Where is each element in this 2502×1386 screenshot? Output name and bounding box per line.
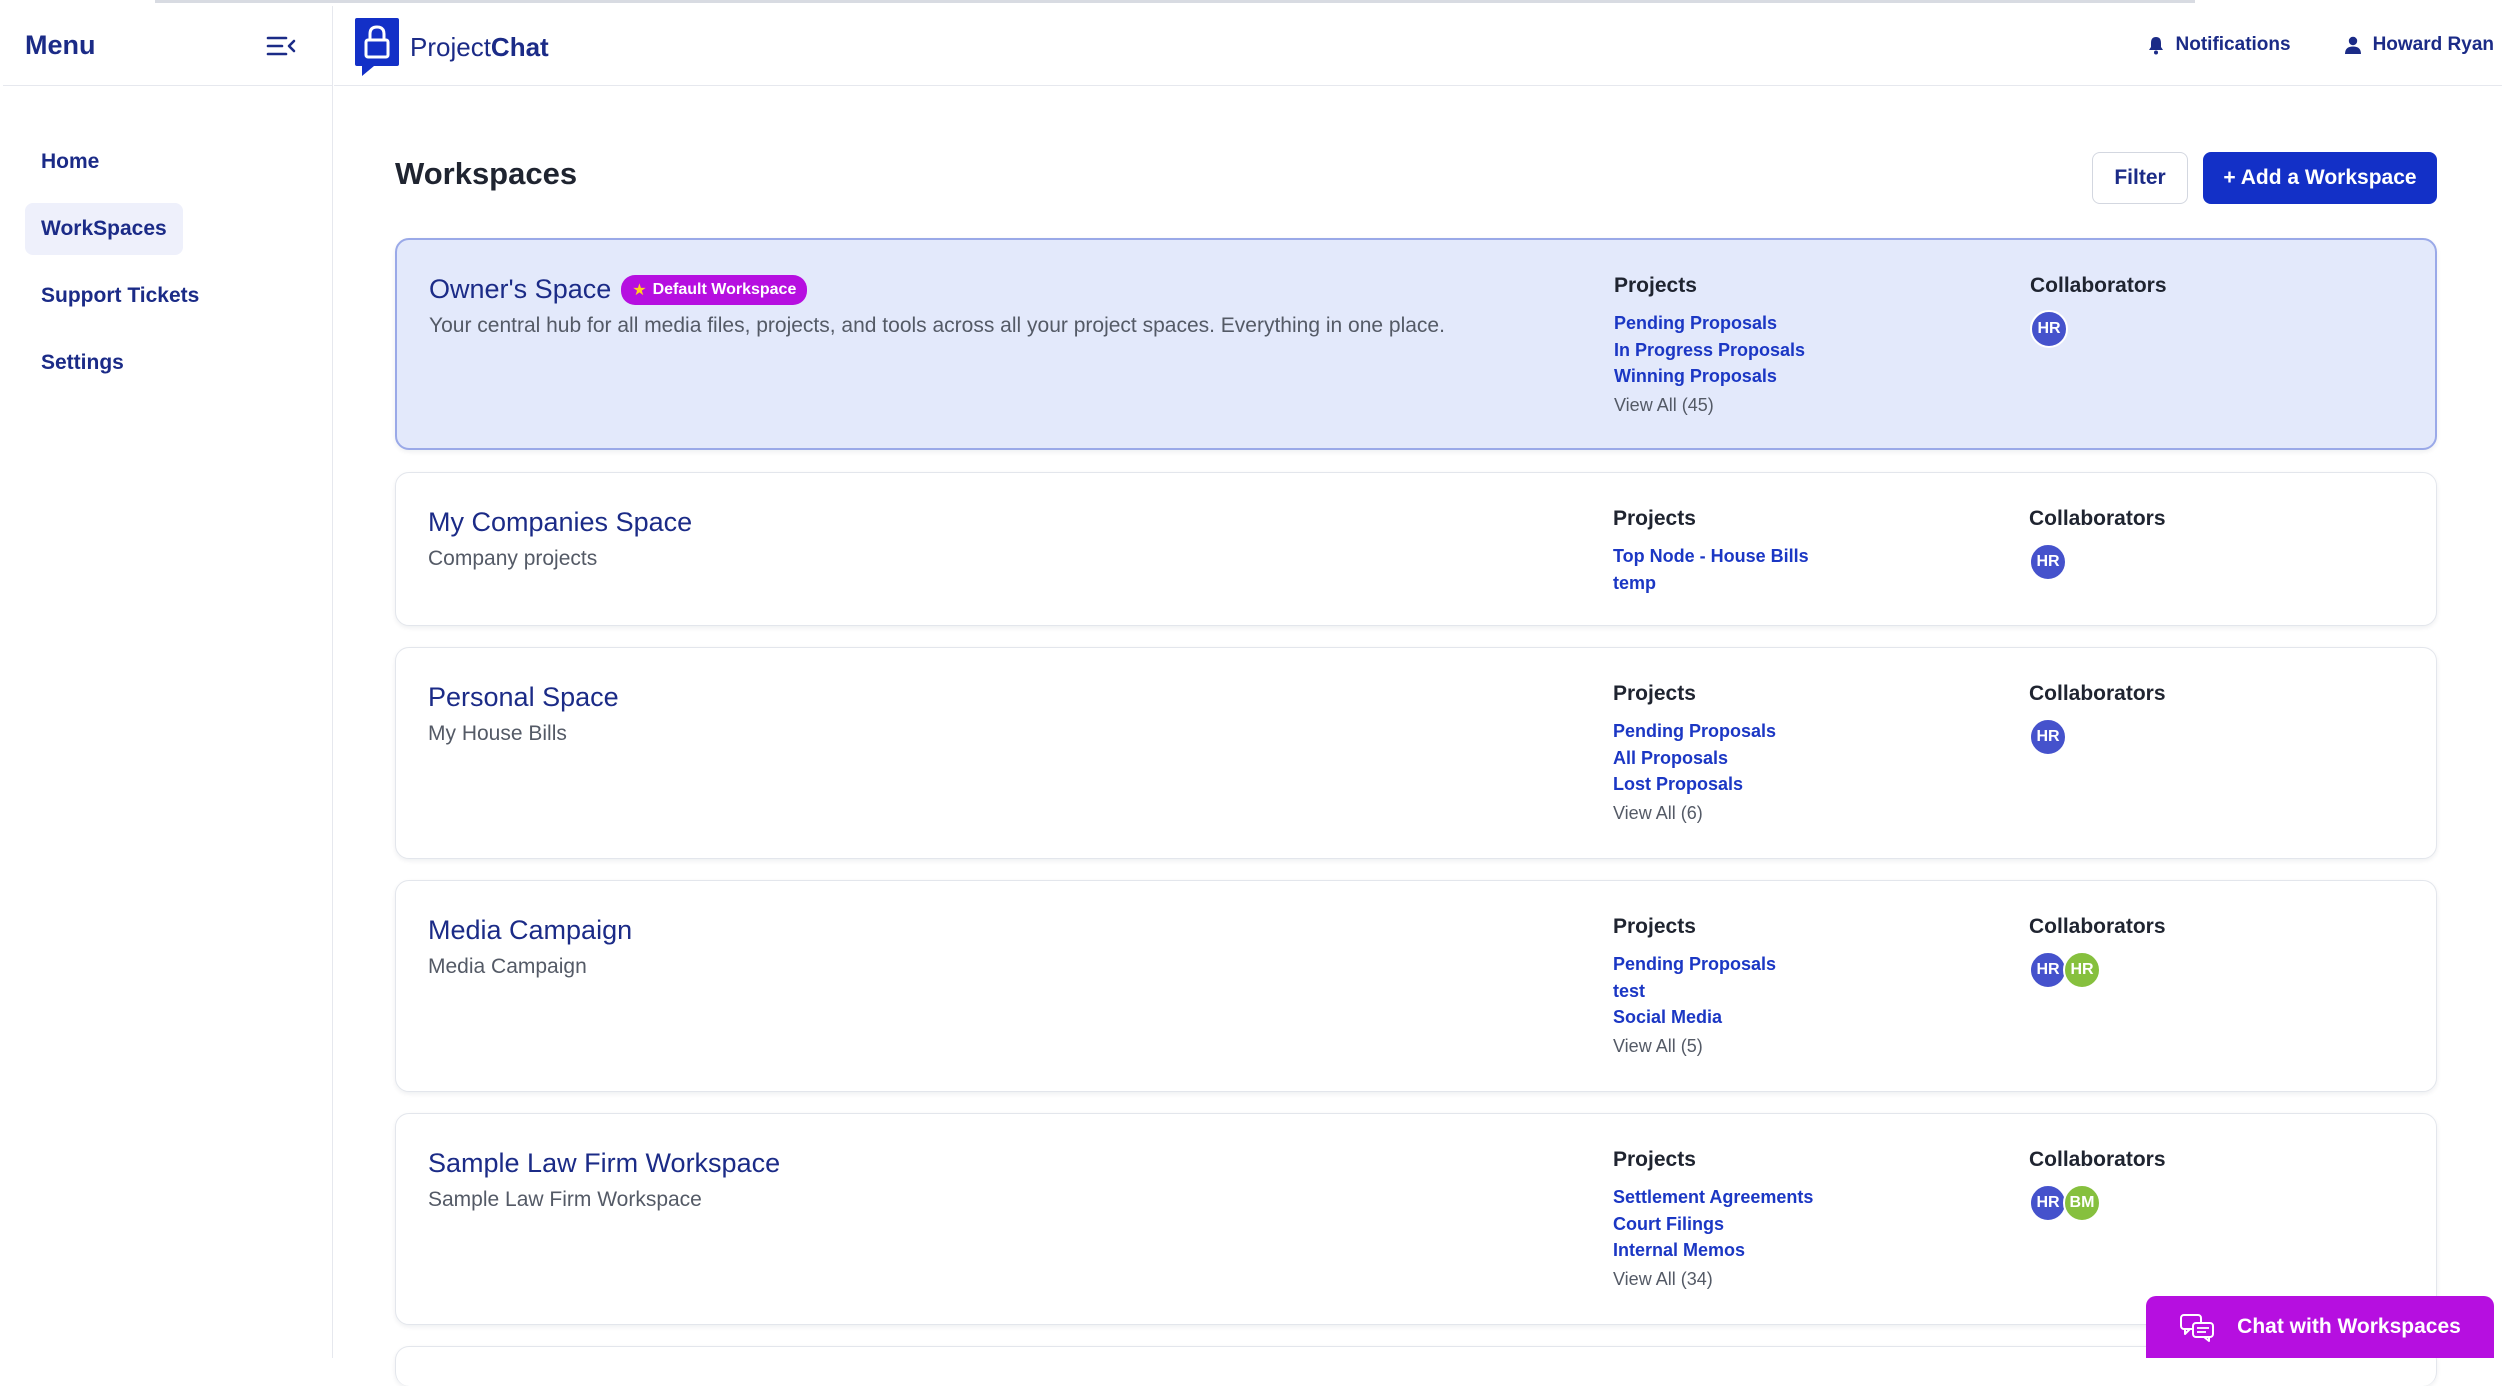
- sidebar-item-support-tickets[interactable]: Support Tickets: [25, 270, 215, 322]
- menu-title: Menu: [25, 30, 96, 60]
- project-link[interactable]: Social Media: [1613, 1004, 1776, 1031]
- star-icon: ★: [632, 281, 647, 299]
- avatar[interactable]: HR: [2029, 718, 2067, 756]
- logo-text: ProjectChat: [410, 32, 549, 62]
- user-menu[interactable]: Howard Ryan: [2343, 34, 2494, 56]
- top-header: ProjectChat Notifications Howard Ryan: [334, 6, 2502, 86]
- collaborator-avatars: HR HR: [2029, 951, 2166, 989]
- collaborators-heading: Collaborators: [2029, 682, 2166, 705]
- collaborator-avatars: HR: [2030, 310, 2167, 348]
- notifications-link[interactable]: Notifications: [2146, 34, 2291, 56]
- projects-heading: Projects: [1613, 507, 1696, 530]
- project-link[interactable]: Top Node - House Bills: [1613, 543, 1809, 570]
- workspace-card[interactable]: Media Campaign Media Campaign Projects P…: [395, 880, 2437, 1092]
- view-all-link[interactable]: View All (34): [1613, 1269, 1813, 1290]
- workspace-description: My House Bills: [428, 722, 567, 745]
- workspace-title[interactable]: Media Campaign: [428, 915, 632, 946]
- projects-column: Projects Top Node - House Bills temp: [1613, 507, 1809, 596]
- sidebar-item-workspaces[interactable]: WorkSpaces: [25, 203, 183, 255]
- app-logo[interactable]: ProjectChat: [352, 16, 549, 76]
- sidebar-item-settings[interactable]: Settings: [25, 337, 140, 389]
- collapse-menu-icon[interactable]: [264, 29, 298, 63]
- avatar[interactable]: HR: [2029, 951, 2067, 989]
- collaborator-avatars: HR: [2029, 718, 2166, 756]
- project-link[interactable]: test: [1613, 978, 1776, 1005]
- collaborators-heading: Collaborators: [2029, 915, 2166, 938]
- projects-column: Projects Pending Proposals In Progress P…: [1614, 274, 1805, 416]
- project-link[interactable]: Pending Proposals: [1613, 951, 1776, 978]
- chat-with-workspaces-button[interactable]: Chat with Workspaces: [2146, 1296, 2494, 1358]
- workspace-description: Company projects: [428, 547, 598, 570]
- avatar[interactable]: HR: [2063, 951, 2101, 989]
- user-icon: [2344, 36, 2361, 54]
- workspace-card-partial[interactable]: [395, 1346, 2437, 1386]
- user-name: Howard Ryan: [2372, 34, 2494, 55]
- project-link[interactable]: Pending Proposals: [1613, 718, 1776, 745]
- projects-heading: Projects: [1613, 915, 1696, 938]
- project-link[interactable]: Winning Proposals: [1614, 363, 1805, 390]
- sidebar-nav: Home WorkSpaces Support Tickets Settings: [3, 86, 332, 404]
- workspace-card[interactable]: Owner's Space ★ Default Workspace Your ce…: [395, 238, 2437, 450]
- view-all-link[interactable]: View All (45): [1614, 395, 1805, 416]
- project-link[interactable]: Lost Proposals: [1613, 771, 1776, 798]
- projects-heading: Projects: [1613, 1148, 1696, 1171]
- project-link[interactable]: Pending Proposals: [1614, 310, 1805, 337]
- add-workspace-button[interactable]: + Add a Workspace: [2203, 152, 2437, 204]
- collaborators-column: Collaborators HR: [2030, 274, 2167, 348]
- workspace-card[interactable]: My Companies Space Company projects Proj…: [395, 472, 2437, 626]
- collaborators-heading: Collaborators: [2030, 274, 2167, 297]
- sidebar: Menu Home WorkSpaces Support Tickets Set…: [3, 6, 333, 1358]
- notifications-label: Notifications: [2175, 34, 2291, 55]
- projects-column: Projects Pending Proposals All Proposals…: [1613, 682, 1776, 824]
- workspace-card[interactable]: Sample Law Firm Workspace Sample Law Fir…: [395, 1113, 2437, 1325]
- project-link[interactable]: Internal Memos: [1613, 1237, 1813, 1264]
- project-link[interactable]: Court Filings: [1613, 1211, 1813, 1238]
- collaborators-column: Collaborators HR BM: [2029, 1148, 2166, 1222]
- chat-button-label: Chat with Workspaces: [2237, 1315, 2461, 1338]
- workspace-description: Media Campaign: [428, 955, 587, 978]
- view-all-link[interactable]: View All (5): [1613, 1036, 1776, 1057]
- workspace-title[interactable]: Personal Space: [428, 682, 619, 713]
- chat-bubbles-icon: [2180, 1314, 2215, 1342]
- sidebar-header: Menu: [3, 6, 332, 86]
- header-actions: Notifications Howard Ryan: [2146, 34, 2494, 56]
- sidebar-item-home[interactable]: Home: [25, 136, 115, 188]
- project-link[interactable]: In Progress Proposals: [1614, 337, 1805, 364]
- workspace-description: Sample Law Firm Workspace: [428, 1188, 702, 1211]
- workspace-title[interactable]: Owner's Space ★ Default Workspace: [429, 274, 808, 305]
- avatar[interactable]: HR: [2029, 1184, 2067, 1222]
- project-link[interactable]: Settlement Agreements: [1613, 1184, 1813, 1211]
- avatar[interactable]: BM: [2063, 1184, 2101, 1222]
- collaborator-avatars: HR BM: [2029, 1184, 2166, 1222]
- lock-chat-logo-icon: [355, 18, 399, 76]
- page-header: Workspaces Filter + Add a Workspace: [395, 90, 2437, 206]
- collaborators-column: Collaborators HR: [2029, 507, 2166, 581]
- avatar[interactable]: HR: [2029, 543, 2067, 581]
- bell-icon: [2148, 37, 2163, 55]
- project-link[interactable]: temp: [1613, 570, 1809, 597]
- projects-heading: Projects: [1613, 682, 1696, 705]
- view-all-link[interactable]: View All (6): [1613, 803, 1776, 824]
- default-workspace-badge: ★ Default Workspace: [621, 274, 808, 305]
- workspace-title[interactable]: Sample Law Firm Workspace: [428, 1148, 780, 1179]
- projects-column: Projects Pending Proposals test Social M…: [1613, 915, 1776, 1057]
- page-title: Workspaces: [395, 156, 578, 191]
- projects-heading: Projects: [1614, 274, 1697, 297]
- filter-button[interactable]: Filter: [2092, 152, 2188, 204]
- window-top-line: [155, 0, 2195, 3]
- workspace-card[interactable]: Personal Space My House Bills Projects P…: [395, 647, 2437, 859]
- project-link[interactable]: All Proposals: [1613, 745, 1776, 772]
- collaborators-heading: Collaborators: [2029, 507, 2166, 530]
- avatar[interactable]: HR: [2030, 310, 2068, 348]
- collaborators-heading: Collaborators: [2029, 1148, 2166, 1171]
- collaborator-avatars: HR: [2029, 543, 2166, 581]
- collaborators-column: Collaborators HR: [2029, 682, 2166, 756]
- projects-column: Projects Settlement Agreements Court Fil…: [1613, 1148, 1813, 1290]
- collaborators-column: Collaborators HR HR: [2029, 915, 2166, 989]
- workspace-description: Your central hub for all media files, pr…: [429, 314, 1445, 337]
- workspace-title[interactable]: My Companies Space: [428, 507, 692, 538]
- main-content: Workspaces Filter + Add a Workspace Owne…: [395, 90, 2437, 1386]
